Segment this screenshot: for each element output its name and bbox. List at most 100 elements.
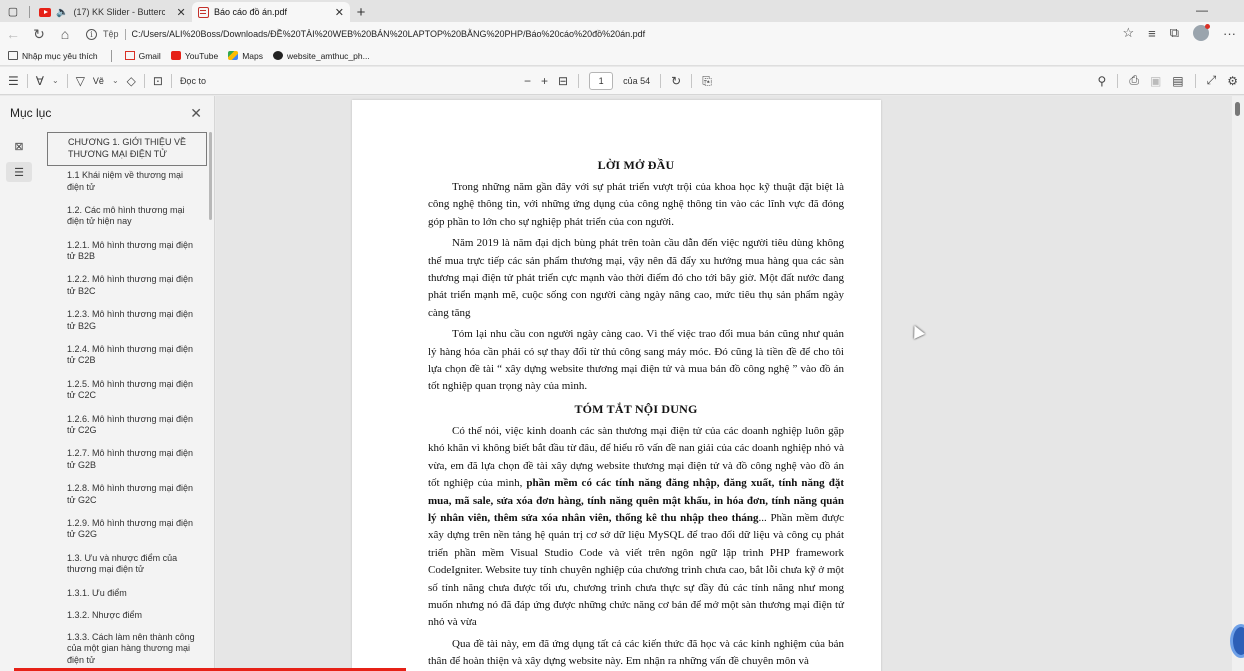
toolbar-separator xyxy=(170,73,172,88)
sidebar-title: Mục lục xyxy=(10,106,52,120)
url-field[interactable]: i Tệp C:/Users/ALI%20Boss/Downloads/ĐỀ%2… xyxy=(86,25,645,43)
toc-item[interactable]: 1.3. Ưu và nhược điểm của thương mại điệ… xyxy=(47,551,207,586)
github-icon xyxy=(273,51,284,60)
save-as-icon[interactable]: ▤ xyxy=(1172,74,1183,88)
paragraph: Có thể nói, việc kinh doanh các sàn thươ… xyxy=(428,423,844,632)
toc-item[interactable]: 1.2.1. Mô hình thương mại điện tử B2B xyxy=(47,238,207,273)
eraser-icon[interactable]: ◇ xyxy=(127,74,136,88)
gear-icon[interactable]: ⚙ xyxy=(1227,74,1238,88)
document-scrollbar[interactable] xyxy=(1232,96,1244,671)
toc-item[interactable]: 1.3.1. Ưu điểm xyxy=(47,586,207,608)
toolbar-separator xyxy=(1117,73,1119,88)
search-icon[interactable]: ⚲ xyxy=(1098,74,1107,88)
page-number-input[interactable]: 1 xyxy=(589,72,614,90)
toc-view-icon[interactable]: ☰ xyxy=(6,162,32,182)
sidebar-scrollbar[interactable] xyxy=(209,132,212,220)
bookmark-label: website_amthuc_ph... xyxy=(287,50,370,61)
zoom-out-button[interactable]: − xyxy=(524,74,531,88)
page-view-icon[interactable]: ⎘ xyxy=(702,74,712,89)
draw-label[interactable]: Vẽ xyxy=(93,76,104,86)
rotate-icon[interactable]: ↻ xyxy=(671,74,681,88)
draw-icon[interactable]: ▽ xyxy=(76,74,85,88)
collections-icon[interactable]: ⧉ xyxy=(1170,25,1179,41)
toc-item[interactable]: 1.2.7. Mô hình thương mại điện tử G2B xyxy=(47,446,207,481)
toc-item[interactable]: 1.2.5. Mô hình thương mại điện tử C2C xyxy=(47,377,207,412)
pdf-toolbar: ☰ ∀ ⌄ ▽ Vẽ ⌄ ◇ ⊡ Đọc to − + ⊟ 1 của 54 ↻… xyxy=(0,67,1244,95)
document-viewport[interactable]: LỜI MỞ ĐẦU Trong những năm gần đây với s… xyxy=(216,96,1232,671)
page-count-label: của 54 xyxy=(623,76,651,86)
audio-icon[interactable]: 🔈 xyxy=(56,7,68,18)
info-icon[interactable]: i xyxy=(86,28,97,40)
zoom-in-button[interactable]: + xyxy=(541,74,548,88)
folder-import-icon xyxy=(8,51,18,60)
paragraph: Trong những năm gần đây với sự phát triể… xyxy=(428,181,844,228)
maps-icon xyxy=(228,51,239,60)
gmail-icon xyxy=(124,51,135,60)
minimize-icon[interactable]: — xyxy=(1196,3,1208,17)
thumbnail-view-icon[interactable]: ⊠ xyxy=(6,136,32,156)
toc-item[interactable]: 1.1 Khái niệm về thương mại điện tử xyxy=(47,168,207,203)
chevron-down-icon[interactable]: ⌄ xyxy=(52,76,59,85)
toc-item[interactable]: 1.3.2. Nhược điểm xyxy=(47,608,207,630)
print-icon[interactable]: ⎙ xyxy=(1129,73,1139,88)
home-icon[interactable]: ⌂ xyxy=(52,26,78,42)
close-icon[interactable]: ✕ xyxy=(176,6,185,19)
bookmark-gmail[interactable]: Gmail xyxy=(124,50,161,61)
toolbar-separator xyxy=(578,74,580,88)
tab-title: (17) KK Slider - Buttercup ( xyxy=(73,7,166,17)
toc-item[interactable]: 1.2.4. Mô hình thương mại điện tử C2B xyxy=(47,342,207,377)
toc-item[interactable]: 1.2.2. Mô hình thương mại điện tử B2C xyxy=(47,272,207,307)
tab-title: Báo cáo đồ án.pdf xyxy=(213,7,288,17)
favorite-add-icon[interactable]: ☆ xyxy=(1122,25,1134,41)
bookmark-maps[interactable]: Maps xyxy=(228,51,263,61)
toc-item[interactable]: 1.2. Các mô hình thương mại điện tử hiện… xyxy=(47,203,207,238)
bookmark-github[interactable]: website_amthuc_ph... xyxy=(273,51,370,61)
profile-avatar[interactable] xyxy=(1193,24,1210,41)
sidebar-rail: ⊠ ☰ xyxy=(0,130,38,188)
read-aloud-button[interactable]: Đọc to xyxy=(180,76,206,86)
bookmark-label: YouTube xyxy=(184,50,219,61)
back-icon[interactable]: ← xyxy=(0,26,26,42)
text-icon[interactable]: ⊡ xyxy=(153,74,163,88)
toc-item[interactable]: 1.3.3. Cách làm nên thành công của một g… xyxy=(47,630,207,671)
bookmark-separator xyxy=(110,49,112,62)
save-icon[interactable]: ▣ xyxy=(1150,74,1161,88)
more-icon[interactable]: ··· xyxy=(1223,26,1236,41)
url-scheme-label: Tệp xyxy=(103,29,119,39)
youtube-icon xyxy=(170,51,181,60)
scrollbar-thumb[interactable] xyxy=(1235,102,1240,116)
bookmark-import[interactable]: Nhập mục yêu thích xyxy=(8,51,98,61)
section-heading: LỜI MỞ ĐẦU xyxy=(597,158,675,172)
toc-item[interactable]: 1.2.6. Mô hình thương mại điện tử C2G xyxy=(47,412,207,447)
bookmark-youtube[interactable]: YouTube xyxy=(170,50,219,61)
fullscreen-icon[interactable]: ⤢ xyxy=(1207,73,1217,88)
reload-icon[interactable]: ↻ xyxy=(26,26,52,43)
highlight-icon[interactable]: ∀ xyxy=(36,74,44,88)
paragraph: Tóm lại nhu cầu con người ngày càng cao.… xyxy=(428,328,844,393)
toolbar-separator xyxy=(26,73,28,88)
fit-page-icon[interactable]: ⊟ xyxy=(558,74,568,88)
toc-item[interactable]: CHƯƠNG 1. GIỚI THIỆU VỀ THƯƠNG MẠI ĐIỆN … xyxy=(47,132,207,166)
url-text[interactable]: C:/Users/ALI%20Boss/Downloads/ĐỀ%20TÀI%2… xyxy=(132,29,646,39)
toc-item[interactable]: 1.2.8. Mô hình thương mại điện tử G2C xyxy=(47,481,207,516)
bookmark-label: Maps xyxy=(242,50,264,61)
tab-strip: ▢ 🔈 (17) KK Slider - Buttercup ( ✕ Báo c… xyxy=(0,0,1244,22)
address-actions: ☆ ≡ ⧉ ··· xyxy=(1122,24,1236,41)
bookmark-label: Gmail xyxy=(138,50,161,61)
chevron-down-icon[interactable]: ⌄ xyxy=(112,76,119,85)
toc-toggle-icon[interactable]: ☰ xyxy=(8,74,19,88)
favorites-icon[interactable]: ≡ xyxy=(1148,26,1156,41)
new-tab-button[interactable]: + xyxy=(350,2,372,22)
paragraph-text: ... Phần mềm được xây dựng trên nền tảng… xyxy=(428,511,845,629)
section-heading: TÓM TẮT NỘI DUNG xyxy=(574,401,698,416)
toc-list: CHƯƠNG 1. GIỚI THIỆU VỀ THƯƠNG MẠI ĐIỆN … xyxy=(47,132,207,671)
toc-item[interactable]: 1.2.9. Mô hình thương mại điện tử G2G xyxy=(47,516,207,551)
toc-item[interactable]: 1.2.3. Mô hình thương mại điện tử B2G xyxy=(47,307,207,342)
tab-actions-icon[interactable]: ▢ xyxy=(0,0,26,22)
close-icon[interactable]: ✕ xyxy=(335,6,344,19)
tab-youtube[interactable]: 🔈 (17) KK Slider - Buttercup ( ✕ xyxy=(33,2,192,22)
pdf-page: LỜI MỞ ĐẦU Trong những năm gần đây với s… xyxy=(352,100,881,671)
close-icon[interactable]: ✕ xyxy=(190,105,202,122)
url-separator xyxy=(124,28,126,40)
tab-pdf[interactable]: Báo cáo đồ án.pdf ✕ xyxy=(192,2,350,22)
